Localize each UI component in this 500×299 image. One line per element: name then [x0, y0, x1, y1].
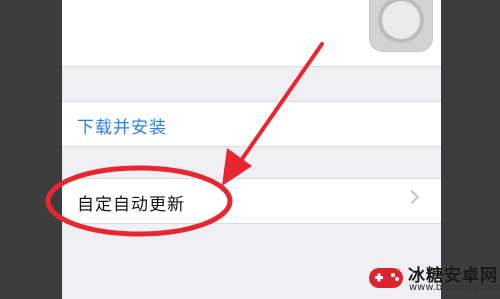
- assistive-touch-icon[interactable]: [369, 0, 433, 52]
- chevron-right-icon: [404, 189, 420, 205]
- download-install-row[interactable]: 下载并安装: [62, 101, 441, 147]
- game-controller-icon: [369, 268, 403, 288]
- assistive-touch-ring: [382, 1, 420, 39]
- download-install-link[interactable]: 下载并安装: [77, 113, 167, 138]
- screenshot-stage: 下载并安装 自定自动更新 冰糖安卓网 www.btxtdmy.com: [0, 0, 500, 299]
- watermark: 冰糖安卓网 www.btxtdmy.com: [368, 261, 500, 295]
- settings-screen: 下载并安装 自定自动更新: [62, 0, 441, 299]
- right-dark-margin: [441, 0, 500, 299]
- watermark-url: www.btxtdmy.com: [409, 282, 500, 293]
- custom-auto-update-row[interactable]: 自定自动更新: [62, 178, 441, 224]
- custom-auto-update-label: 自定自动更新: [77, 195, 185, 215]
- left-dark-margin: [0, 0, 62, 299]
- section-divider: [62, 66, 441, 67]
